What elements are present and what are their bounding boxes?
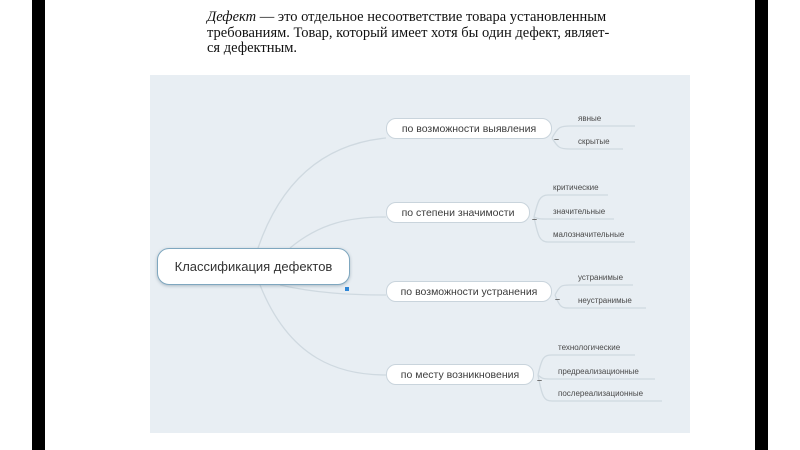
collapse-toggle-detection[interactable]: – [554, 135, 559, 144]
branch-node-label: по степени значимости [401, 206, 515, 219]
leaf-node[interactable]: технологические [558, 343, 620, 353]
branch-node-origin[interactable]: по месту возникновения [386, 364, 534, 385]
collapse-toggle-significance[interactable]: – [532, 215, 537, 224]
connector-branch-1 [257, 137, 387, 249]
branch-node-detection[interactable]: по возможности выявления [386, 118, 552, 139]
connector-leaf-3-1 [554, 284, 633, 296]
branch-node-significance[interactable]: по степени значимости [386, 202, 530, 223]
definition-line-2: требованиям. Товар, который имеет хотя б… [207, 24, 610, 41]
root-node[interactable]: Классификация дефектов [157, 248, 350, 285]
leaf-node[interactable]: значительные [553, 207, 605, 217]
leaf-node[interactable]: неустранимые [578, 296, 632, 306]
connector-branch-4 [259, 284, 387, 376]
mind-map-canvas[interactable]: Классификация дефектов по возможности вы… [150, 75, 690, 433]
leaf-node[interactable]: критические [553, 183, 599, 193]
definition-line-1: Дефект — это отдельное несоответствие то… [207, 9, 633, 26]
leaf-node[interactable]: малозначительные [553, 230, 624, 240]
root-node-label: Классификация дефектов [174, 259, 333, 274]
branch-node-removal[interactable]: по возможности устранения [386, 281, 552, 302]
branch-node-label: по месту возникновения [400, 368, 520, 381]
selection-handle[interactable] [345, 287, 349, 291]
connector-branch-2 [289, 216, 387, 249]
leaf-node[interactable]: предреализационные [558, 367, 639, 377]
definition-term: Дефект [207, 9, 257, 25]
definition-line-3: ся дефектным. [207, 40, 298, 56]
right-black-border [755, 0, 768, 450]
definition-text: Дефект — это отдельное несоответствие то… [207, 9, 633, 58]
connector-branch-3 [279, 284, 387, 296]
leaf-node[interactable]: явные [578, 114, 601, 124]
leaf-node[interactable]: послереализационные [558, 389, 643, 399]
collapse-toggle-origin[interactable]: – [537, 376, 542, 385]
leaf-node[interactable]: устранимые [578, 273, 623, 283]
leaf-node[interactable]: скрытые [578, 137, 610, 147]
definition-line-1-rest: — это отдельное несоответствие товара ус… [256, 9, 607, 25]
left-black-border [32, 0, 45, 450]
connector-leaf-2-2 [533, 216, 614, 220]
branch-node-label: по возможности устранения [400, 285, 538, 298]
collapse-toggle-removal[interactable]: – [555, 295, 560, 304]
branch-node-label: по возможности выявления [401, 122, 537, 135]
